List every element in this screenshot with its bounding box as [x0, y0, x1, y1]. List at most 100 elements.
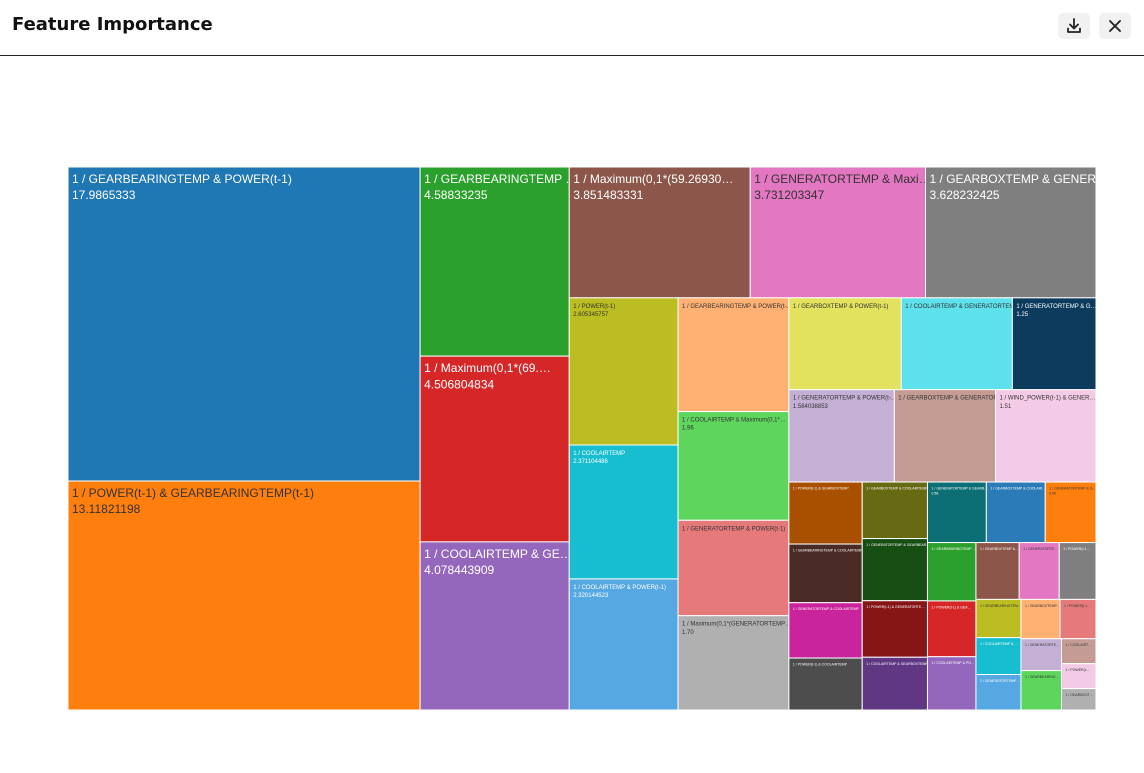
treemap-tile-3[interactable]: 1 / Maximum(0,1*(69.… 4.506804834: [419, 355, 570, 543]
treemap-tile-label: 1 / GENERATORTEMP & GEARB…: [931, 487, 988, 491]
treemap-tile-29[interactable]: 1 / GENERATORTEMP & GEARB…0.58: [926, 481, 988, 544]
treemap-tile-rect[interactable]: [568, 166, 751, 299]
treemap-tile-rect[interactable]: [568, 297, 679, 446]
treemap-tile-value: 1.70: [682, 630, 694, 636]
treemap-tile-value: 0.58: [931, 491, 938, 495]
treemap-tile-17[interactable]: 1 / GENERATORTEMP & G… 1.25: [1011, 297, 1097, 391]
treemap-tile-rect[interactable]: [677, 519, 790, 617]
treemap-tile-label: 1 / COOLAIRTEMP & GENERATORTEM…: [905, 304, 1020, 310]
treemap-tile-rect[interactable]: [749, 166, 927, 299]
treemap-tile-24[interactable]: 1 / POWER(t-1) & COOLAIRTEMP: [788, 657, 863, 711]
treemap-tile-label: 1 / POWER(t-…: [1066, 668, 1091, 672]
treemap-tile-25[interactable]: 1 / GEARBOXTEMP & COOLAIRTEMP: [861, 481, 928, 540]
treemap-tile-40[interactable]: 1 / GENERATORTEMP …: [975, 674, 1022, 711]
treemap-tile-31[interactable]: 1 / GENERATORTEMP & G…0.50: [1044, 481, 1097, 544]
treemap-tile-label: 1 / Maximum(0,1*(GENERATORTEMP…: [682, 622, 791, 628]
treemap-tile-9[interactable]: 1 / COOLAIRTEMP 2.371104486: [568, 444, 679, 580]
treemap-tile-30[interactable]: 1 / GEARBOXTEMP & COOLAIR…: [985, 481, 1046, 544]
treemap-tile-23[interactable]: 1 / GENERATORTEMP & COOLAIRTEMP: [788, 602, 863, 659]
treemap-tile-37[interactable]: 1 / POWER(t-1…: [1058, 542, 1097, 600]
treemap-tile-label: 1 / GEARBEARING…: [1025, 675, 1060, 679]
treemap-tile-label: 1 / COOLAIRTEMP & Maximum(0,1*…: [682, 418, 786, 424]
treemap-tile-13[interactable]: 1 / GENERATORTEMP & POWER(t-1): [677, 519, 790, 617]
treemap-tile-32[interactable]: 1 / GEARBEARINGTEMP …: [926, 542, 977, 602]
treemap-tile-label: 1 / COOLAIRTEMP & PO…: [931, 661, 975, 665]
treemap-tile-rect[interactable]: [926, 542, 977, 602]
treemap-tile-41[interactable]: 1 / GEARBOXTEMP…: [1020, 598, 1061, 640]
treemap-tile-label: 1 / Maximum(0,1*(59.26930…: [573, 172, 733, 186]
treemap-tile-rect[interactable]: [1018, 542, 1060, 600]
treemap-tile-label: 1 / COOLAIRTEMP: [573, 451, 625, 457]
treemap-tile-14[interactable]: 1 / Maximum(0,1*(GENERATORTEMP… 1.70: [677, 615, 791, 711]
treemap-tile-18[interactable]: 1 / GENERATORTEMP & POWER(t-… 1.584038853: [788, 389, 897, 483]
treemap-tile-35[interactable]: 1 / GEARBOXTEMP &…: [975, 542, 1020, 600]
treemap-tile-value: 4.58833235: [424, 188, 488, 202]
treemap-tile-6[interactable]: 1 / GENERATORTEMP & Maxi… 3.731203347: [749, 166, 931, 299]
treemap-tile-label: 1 / POWER(t-1) & GEARBEARINGTEMP(t-1): [72, 486, 314, 500]
treemap-tile-rect[interactable]: [788, 543, 863, 604]
treemap-tile-12[interactable]: 1 / COOLAIRTEMP & Maximum(0,1*… 1.96: [677, 411, 790, 521]
treemap-tile-0[interactable]: 1 / GEARBEARINGTEMP & POWER(t-1) 17.98653…: [67, 166, 421, 482]
treemap-tile-7[interactable]: 1 / GEARBOXTEMP & GENER… 3.628232425: [925, 166, 1109, 299]
treemap-tile-2[interactable]: 1 / GEARBEARINGTEMP … 4.58833235: [419, 166, 577, 357]
treemap-tile-label: 1 / COOLAIRTEMP & GEARBOXTEMP: [866, 662, 928, 666]
treemap-tile-rect[interactable]: [893, 389, 996, 483]
treemap-tile-rect[interactable]: [677, 615, 790, 711]
treemap-tile-36[interactable]: 1 / GENERATORTE…: [1018, 542, 1060, 600]
treemap-tile-42[interactable]: 1 / POWER(t-1…: [1059, 598, 1097, 640]
treemap-tile-38[interactable]: 1 / GEARBEARINGTEM…: [975, 598, 1022, 639]
treemap-tile-label: 1 / COOLAIRTEMP & GE…: [424, 547, 572, 561]
treemap-tile-5[interactable]: 1 / Maximum(0,1*(59.26930… 3.851483331: [568, 166, 751, 299]
treemap-tile-19[interactable]: 1 / GEARBOXTEMP & GENERATOR…: [893, 389, 1004, 483]
treemap-tile-28[interactable]: 1 / COOLAIRTEMP & GEARBOXTEMP: [861, 656, 928, 711]
treemap-tile-label: 1 / GENERATORTEMP & G…: [1016, 304, 1096, 310]
treemap-tile-label: 1 / POWER(t-1…: [1063, 547, 1090, 551]
treemap-tile-rect[interactable]: [900, 297, 1013, 391]
treemap-tile-39[interactable]: 1 / COOLAIRTEMP & …: [975, 637, 1022, 676]
treemap-tile-label: 1 / POWER(t-1…: [1064, 604, 1091, 608]
treemap-tile-rect[interactable]: [67, 166, 421, 482]
treemap-tile-34[interactable]: 1 / COOLAIRTEMP & PO…: [926, 656, 977, 711]
treemap-tile-value: 3.628232425: [930, 188, 1000, 202]
treemap-tile-rect[interactable]: [1058, 542, 1097, 600]
treemap-tile-27[interactable]: 1 / POWER(t-1) & GENERATORTE…: [861, 600, 928, 658]
treemap-tile-8[interactable]: 1 / POWER(t-1) 2.605345757: [568, 297, 679, 446]
treemap-tile-rect[interactable]: [788, 297, 902, 391]
treemap-tile-4[interactable]: 1 / COOLAIRTEMP & GE… 4.078443909: [419, 541, 572, 711]
treemap-tile-45[interactable]: 1 / COOLAIRT…: [1061, 638, 1097, 665]
treemap-tile-label: 1 / GEARBEARINGTEMP & POWER(t-1): [72, 172, 292, 186]
treemap-tile-33[interactable]: 1 / POWER(t-1) & GEA…: [926, 600, 977, 658]
treemap-tile-21[interactable]: 1 / POWER(t-1) & GEARBOXTEMP: [788, 481, 863, 545]
treemap-tile-46[interactable]: 1 / POWER(t-…: [1061, 663, 1097, 690]
treemap-tile-label: 1 / GEARBEARINGTEMP & COOLAIRTEMP: [793, 549, 864, 553]
treemap-tile-47[interactable]: 1 / GEARBOXT…: [1061, 688, 1097, 711]
treemap-tile-rect[interactable]: [925, 166, 1097, 299]
treemap-tile-rect[interactable]: [975, 542, 1020, 600]
treemap-tile-rect[interactable]: [861, 538, 928, 602]
treemap-tile-26[interactable]: 1 / GENERATORTEMP & GEARBEAR…: [861, 538, 930, 602]
treemap-tile-value: 1.51: [999, 404, 1011, 410]
treemap-tile-16[interactable]: 1 / COOLAIRTEMP & GENERATORTEM…: [900, 297, 1020, 391]
treemap-tile-1[interactable]: 1 / POWER(t-1) & GEARBEARINGTEMP(t-1) 13.…: [67, 480, 421, 711]
treemap-tile-rect[interactable]: [788, 481, 863, 545]
treemap-tile-label: 1 / COOLAIRT…: [1066, 643, 1093, 647]
treemap-tile-label: 1 / GENERATORTEMP & COOLAIRTEMP: [793, 607, 860, 611]
treemap-tile-label: 1 / GEARBEARINGTEMP & POWER(t-…: [682, 304, 793, 310]
treemap-tile-11[interactable]: 1 / GEARBEARINGTEMP & POWER(t-…: [677, 297, 793, 413]
treemap-tile-rect[interactable]: [1061, 688, 1097, 711]
treemap-tile-value: 4.078443909: [424, 563, 494, 577]
treemap-tile-label: 1 / WIND_POWER(t-1) & GENER…: [999, 396, 1095, 402]
treemap-tile-15[interactable]: 1 / GEARBOXTEMP & POWER(t-1): [788, 297, 902, 391]
treemap-tile-22[interactable]: 1 / GEARBEARINGTEMP & COOLAIRTEMP: [788, 543, 864, 604]
treemap-tile-44[interactable]: 1 / GEARBEARING…: [1020, 670, 1063, 711]
treemap-tile-10[interactable]: 1 / COOLAIRTEMP & POWER(t-1) 2.320144523: [568, 578, 679, 711]
treemap-tile-rect[interactable]: [985, 481, 1046, 544]
treemap-tile-20[interactable]: 1 / WIND_POWER(t-1) & GENER… 1.51: [994, 389, 1097, 483]
treemap-tile-rect[interactable]: [677, 297, 790, 413]
treemap-tile-43[interactable]: 1 / GENERATORTE…: [1020, 638, 1063, 672]
treemap-tile-value: 3.731203347: [754, 188, 824, 202]
treemap-tile-value: 1.25: [1016, 312, 1028, 318]
treemap-tile-rect[interactable]: [677, 411, 790, 521]
treemap-tile-value: 3.851483331: [573, 188, 643, 202]
treemap-tile-label: 1 / POWER(t-1): [573, 304, 615, 310]
